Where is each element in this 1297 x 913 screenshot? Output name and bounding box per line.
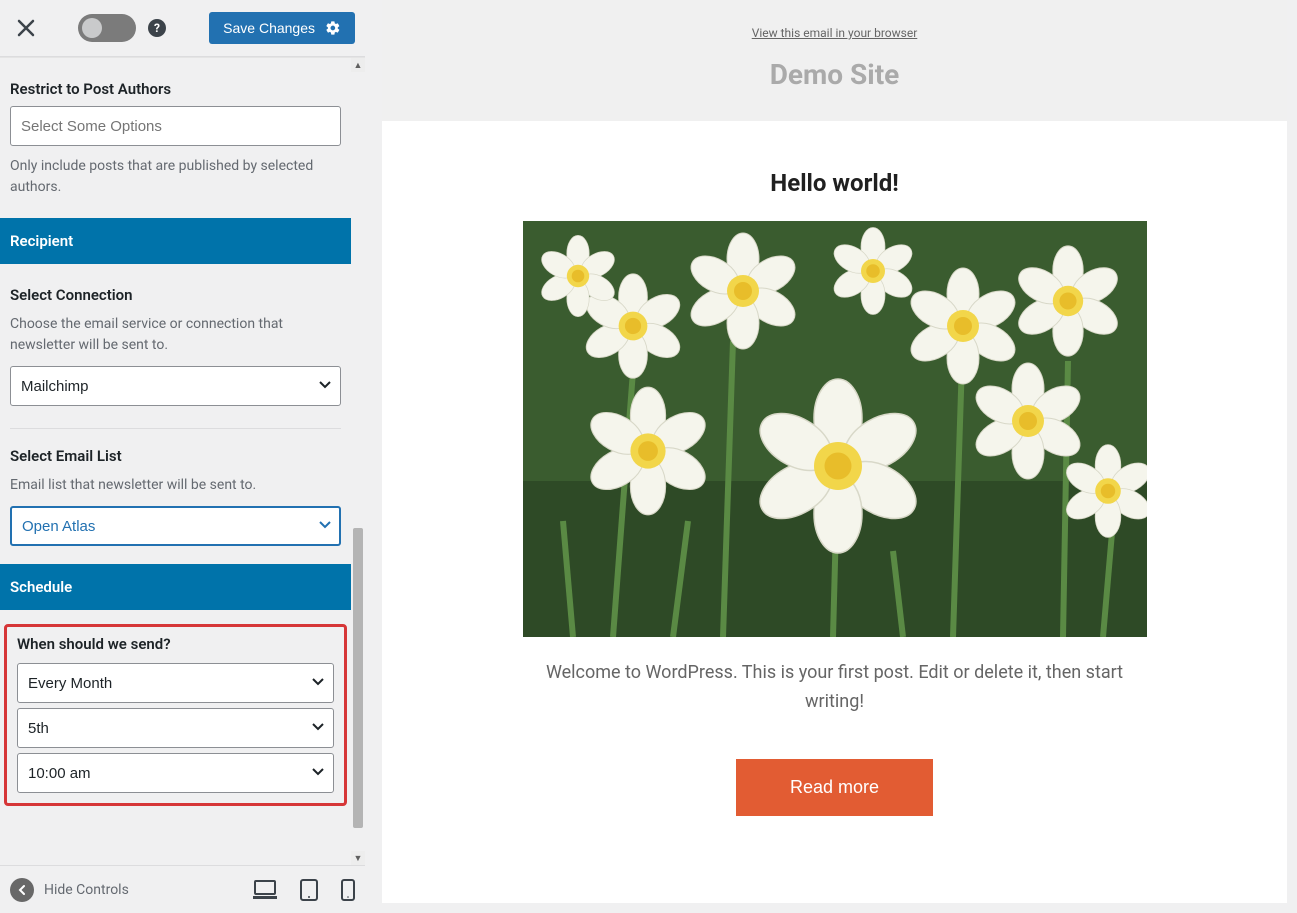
- recipient-panel-header[interactable]: Recipient: [0, 218, 351, 264]
- sidebar-bottombar: Hide Controls: [0, 865, 365, 913]
- post-title: Hello world!: [770, 169, 898, 221]
- customizer-sidebar: ? Save Changes ▲ Restrict to Post Author…: [0, 0, 365, 865]
- schedule-day-select[interactable]: 5th: [17, 708, 334, 748]
- email-preview: View this email in your browser Demo Sit…: [382, 0, 1287, 903]
- schedule-highlight: When should we send? Every Month 5th: [4, 624, 347, 806]
- sidebar-scroll-area: ▲ Restrict to Post Authors Only include …: [0, 57, 365, 865]
- sidebar-topbar: ? Save Changes: [0, 0, 365, 57]
- restrict-hint: Only include posts that are published by…: [0, 154, 351, 208]
- scroll-up-icon[interactable]: ▲: [351, 58, 365, 72]
- schedule-time-select[interactable]: 10:00 am: [17, 753, 334, 793]
- schedule-frequency-select[interactable]: Every Month: [17, 663, 334, 703]
- desktop-icon[interactable]: [253, 879, 277, 901]
- toggle-knob: [82, 18, 102, 38]
- save-button[interactable]: Save Changes: [209, 12, 355, 44]
- read-more-button[interactable]: Read more: [736, 759, 933, 816]
- email-list-heading: Select Email List: [0, 429, 351, 473]
- connection-select[interactable]: Mailchimp: [10, 366, 341, 406]
- scrollbar-thumb[interactable]: [353, 528, 363, 828]
- scroll-down-icon[interactable]: ▼: [351, 851, 365, 865]
- gear-icon: [325, 20, 341, 36]
- site-title: Demo Site: [770, 58, 900, 121]
- restrict-heading: Restrict to Post Authors: [0, 58, 351, 106]
- mobile-icon[interactable]: [341, 879, 355, 901]
- save-button-label: Save Changes: [223, 20, 315, 36]
- email-list-hint: Email list that newsletter will be sent …: [0, 473, 351, 506]
- connection-hint: Choose the email service or connection t…: [0, 312, 351, 366]
- hide-controls-label[interactable]: Hide Controls: [44, 882, 129, 898]
- publish-toggle[interactable]: [78, 14, 136, 42]
- email-list-select[interactable]: Open Atlas: [10, 506, 341, 546]
- view-browser-link[interactable]: View this email in your browser: [752, 0, 918, 58]
- schedule-panel-header[interactable]: Schedule: [0, 564, 351, 610]
- restrict-authors-input[interactable]: [10, 106, 341, 146]
- email-body: Hello world!: [382, 121, 1287, 903]
- tablet-icon[interactable]: [299, 879, 319, 901]
- help-icon[interactable]: ?: [148, 19, 166, 37]
- connection-heading: Select Connection: [0, 264, 351, 312]
- schedule-heading: When should we send?: [13, 635, 338, 663]
- preview-inner: View this email in your browser Demo Sit…: [382, 0, 1287, 903]
- device-switcher: [253, 879, 355, 901]
- collapse-controls-icon[interactable]: [10, 878, 34, 902]
- post-excerpt: Welcome to WordPress. This is your first…: [523, 637, 1147, 717]
- close-icon[interactable]: [14, 16, 38, 40]
- post-featured-image: [523, 221, 1147, 637]
